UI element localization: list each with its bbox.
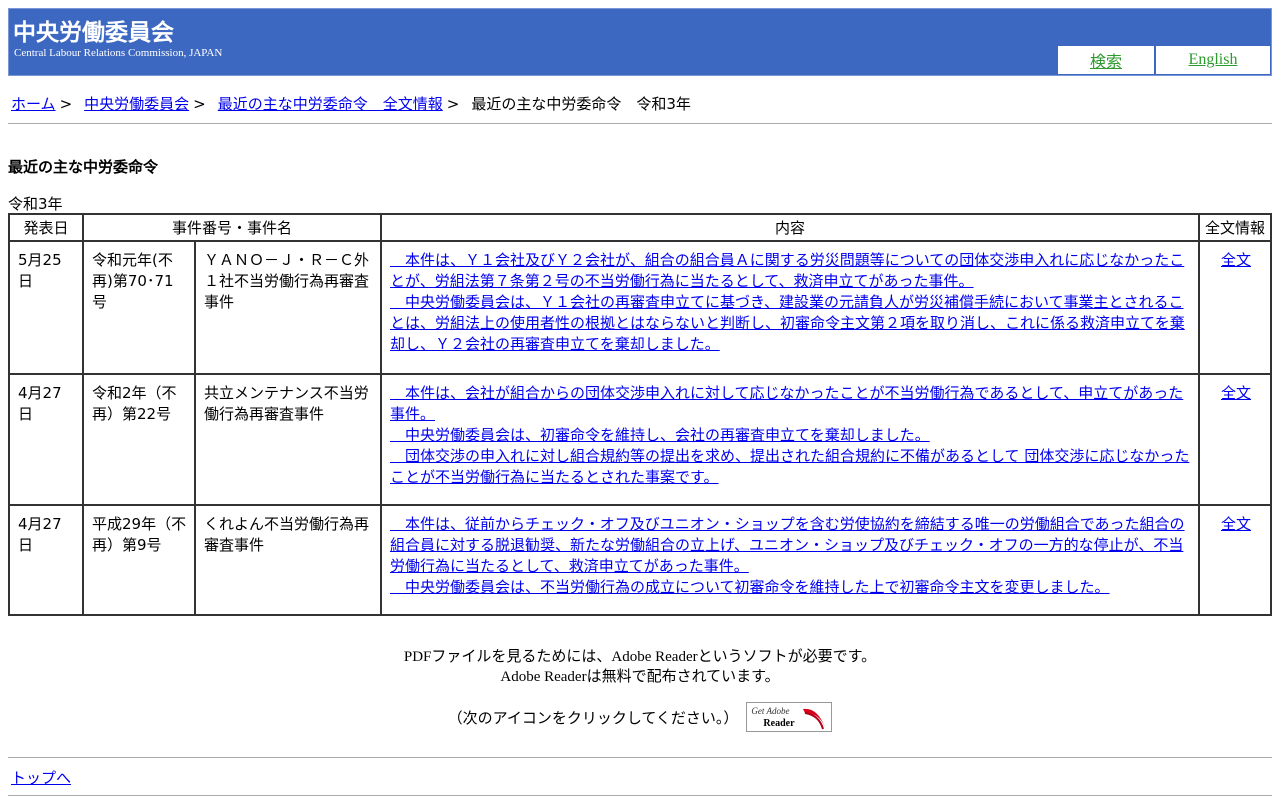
content-link[interactable]: 本件は、会社が組合からの団体交渉申入れに対して応じなかったことが不当労働行為であ… (390, 383, 1192, 425)
row-case-name: ＹＡＮＯ－Ｊ・Ｒ－Ｃ外１社不当労働行為再審査事件 (194, 240, 382, 375)
pdf-note-line: PDFファイルを見るためには、Adobe Readerというソフトが必要です。 (403, 649, 877, 665)
row-content: 本件は、会社が組合からの団体交渉申入れに対して応じなかったことが不当労働行為であ… (380, 373, 1200, 506)
breadcrumb-separator: > (446, 95, 460, 113)
divider (8, 757, 1272, 758)
full-text-link[interactable]: 全文 (1221, 515, 1251, 533)
nav-search-cell: 検索 (1058, 46, 1154, 74)
content-link[interactable]: 中央労働委員会は、Ｙ１会社の再審査申立てに基づき、建設業の元請負人が労災補償手続… (390, 292, 1192, 355)
pdf-note: PDFファイルを見るためには、Adobe Readerというソフトが必要です。 … (0, 647, 1280, 687)
adobe-click-row: （次のアイコンをクリックしてください。） Get Adobe Reader (0, 702, 1280, 732)
content-link[interactable]: 本件は、Ｙ１会社及びＹ２会社が、組合の組合員Ａに関する労災問題等についての団体交… (390, 250, 1192, 292)
nav-english-cell: English (1156, 46, 1270, 74)
header-nav: 検索 English (1058, 46, 1270, 74)
divider (8, 123, 1272, 124)
section-title: 最近の主な中労委命令 (8, 158, 159, 176)
breadcrumb-current: 最近の主な中労委命令 令和3年 (471, 95, 691, 113)
breadcrumb-separator: > (59, 95, 73, 113)
content-link[interactable]: 中央労働委員会は、不当労働行為の成立について初審命令を維持した上で初審命令主文を… (390, 577, 1192, 598)
row-case-number: 令和2年（不再）第22号 (82, 373, 196, 506)
header-date: 発表日 (8, 213, 84, 242)
orders-table: 発表日 事件番号・事件名 内容 全文情報 5月25日 令和元年(不再)第70･7… (8, 213, 1272, 616)
row-date: 4月27日 (8, 373, 84, 506)
click-instruction: （次のアイコンをクリックしてください。） (447, 710, 739, 727)
breadcrumb-orders-link[interactable]: 最近の主な中労委命令 全文情報 (218, 95, 443, 113)
header-content: 内容 (380, 213, 1200, 242)
table-header-row: 発表日 事件番号・事件名 内容 全文情報 (8, 213, 1272, 242)
row-case-number: 平成29年（不再）第9号 (82, 504, 196, 616)
table-row: 5月25日 令和元年(不再)第70･71号 ＹＡＮＯ－Ｊ・Ｒ－Ｃ外１社不当労働行… (8, 240, 1272, 375)
site-title: 中央労働委員会 (13, 20, 174, 46)
pdf-note-line: Adobe Readerは無料で配布されています。 (500, 669, 780, 685)
content-link[interactable]: 中央労働委員会は、初審命令を維持し、会社の再審査申立てを棄却しました。 (390, 425, 1192, 446)
row-date: 4月27日 (8, 504, 84, 616)
site-header: 中央労働委員会 Central Labour Relations Commiss… (8, 8, 1272, 76)
breadcrumb: ホーム > 中央労働委員会 > 最近の主な中労委命令 全文情報 > 最近の主な中労委命令 令… (11, 93, 691, 114)
row-date: 5月25日 (8, 240, 84, 375)
row-content: 本件は、Ｙ１会社及びＹ２会社が、組合の組合員Ａに関する労災問題等についての団体交… (380, 240, 1200, 375)
content-link[interactable]: 本件は、従前からチェック・オフ及びユニオン・ショップを含む労使協約を締結する唯一… (390, 514, 1192, 577)
adobe-logo-icon (803, 708, 826, 730)
row-full-text: 全文 (1198, 240, 1272, 375)
full-text-link[interactable]: 全文 (1221, 251, 1251, 269)
row-content: 本件は、従前からチェック・オフ及びユニオン・ショップを含む労使協約を締結する唯一… (380, 504, 1200, 616)
content-link[interactable]: 団体交渉の申入れに対し組合規約等の提出を求め、提出された組合規約に不備があるとし… (390, 446, 1192, 488)
row-case-number: 令和元年(不再)第70･71号 (82, 240, 196, 375)
to-top-link[interactable]: トップへ (11, 767, 71, 788)
breadcrumb-home-link[interactable]: ホーム (11, 95, 56, 113)
adobe-badge-line2: Reader (763, 718, 795, 729)
english-link[interactable]: English (1189, 51, 1238, 69)
row-case-name: 共立メンテナンス不当労働行為再審査事件 (194, 373, 382, 506)
row-full-text: 全文 (1198, 504, 1272, 616)
adobe-badge-line1: Get Adobe (751, 706, 790, 716)
breadcrumb-commission-link[interactable]: 中央労働委員会 (84, 95, 189, 113)
adobe-reader-badge[interactable]: Get Adobe Reader (746, 702, 833, 732)
full-text-link[interactable]: 全文 (1221, 384, 1251, 402)
site-subtitle: Central Labour Relations Commission, JAP… (14, 47, 223, 59)
row-case-name: くれよん不当労働行為再審査事件 (194, 504, 382, 616)
search-link[interactable]: 検索 (1090, 48, 1122, 72)
breadcrumb-separator: > (193, 95, 206, 113)
table-row: 4月27日 平成29年（不再）第9号 くれよん不当労働行為再審査事件 本件は、従… (8, 504, 1272, 616)
divider (8, 795, 1272, 796)
header-case: 事件番号・事件名 (82, 213, 382, 242)
table-row: 4月27日 令和2年（不再）第22号 共立メンテナンス不当労働行為再審査事件 本… (8, 373, 1272, 506)
year-caption: 令和3年 (8, 195, 63, 213)
header-full-text: 全文情報 (1198, 213, 1272, 242)
row-full-text: 全文 (1198, 373, 1272, 506)
